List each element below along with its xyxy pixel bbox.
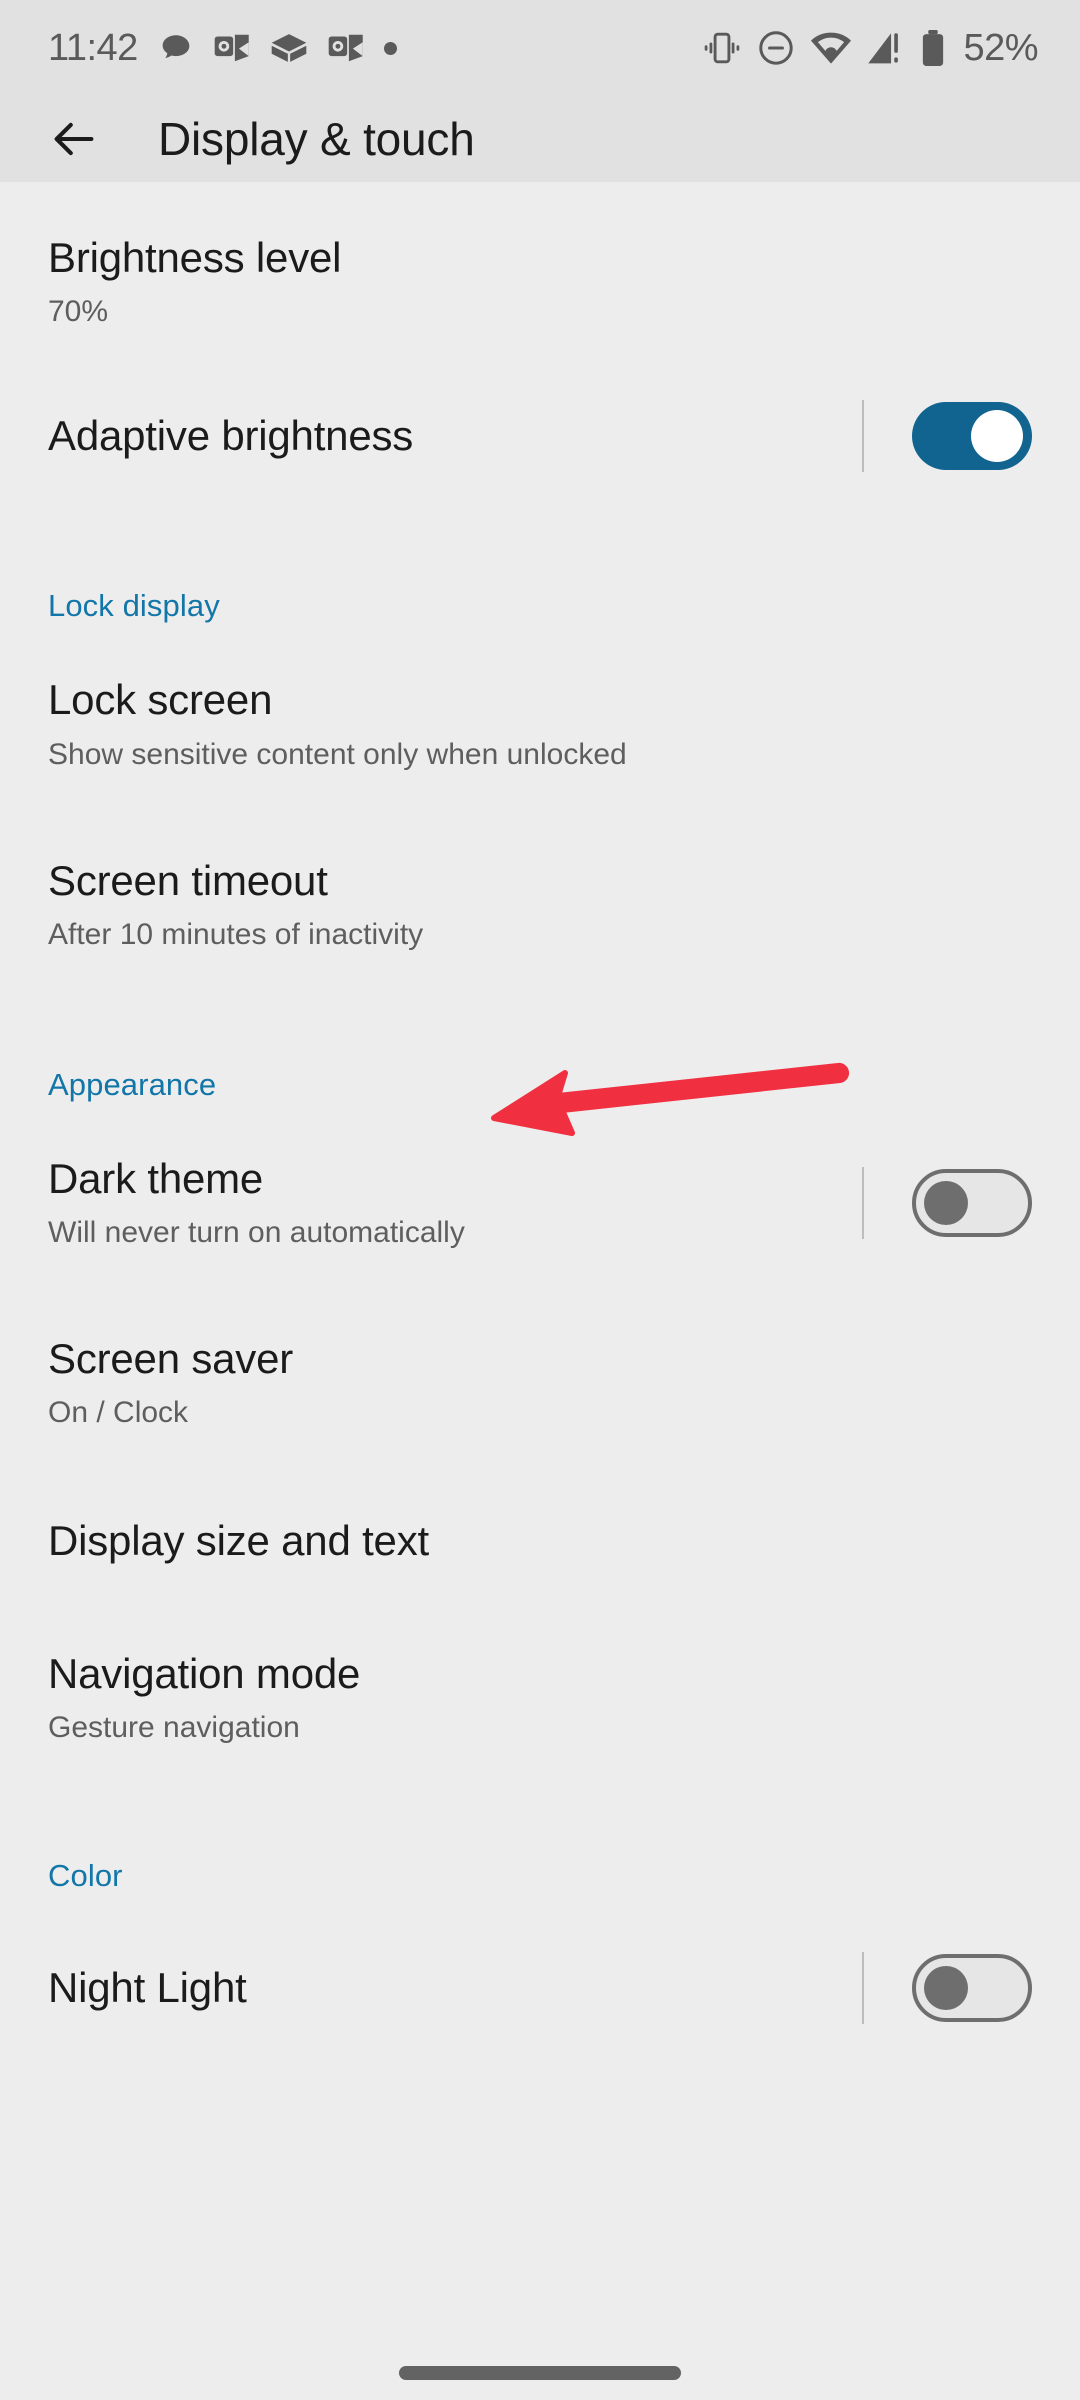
outlook-icon (214, 34, 249, 62)
toggle-area (826, 400, 1032, 473)
drive-icon (271, 34, 307, 62)
setting-row-display-size-and-text[interactable]: Display size and text (0, 1457, 1080, 1591)
switch-knob (924, 1966, 968, 2011)
row-text: Display size and text (48, 1517, 1032, 1565)
setting-row-night-light[interactable]: Night Light (0, 1894, 1080, 2025)
status-bar: 11:42 52% (0, 0, 1080, 96)
row-text: Lock screen Show sensitive content only … (48, 676, 1032, 772)
night-light-switch[interactable] (912, 1954, 1032, 2023)
setting-row-dark-theme[interactable]: Dark theme Will never turn on automatica… (0, 1103, 1080, 1281)
outlook-icon (328, 34, 363, 62)
setting-title: Display size and text (48, 1517, 429, 1565)
chat-bubble-icon (162, 35, 190, 59)
setting-row-adaptive-brightness[interactable]: Adaptive brightness (0, 356, 1080, 516)
switch-knob (924, 1181, 968, 1226)
setting-title: Brightness level (48, 234, 342, 281)
status-bar-right: 52% (702, 29, 1038, 67)
setting-row-screen-saver[interactable]: Screen saver On / Clock (0, 1281, 1080, 1457)
vertical-divider (862, 400, 864, 473)
toggle-area (826, 1952, 1032, 2025)
setting-subtitle: On / Clock (48, 1396, 189, 1430)
status-bar-left: 11:42 (48, 29, 397, 67)
vertical-divider (862, 1952, 864, 2025)
setting-title: Screen timeout (48, 856, 328, 904)
gesture-navigation-pill[interactable] (399, 2366, 681, 2380)
setting-title: Dark theme (48, 1154, 264, 1202)
setting-row-brightness-level[interactable]: Brightness level 70% (0, 182, 1080, 356)
row-text: Brightness level 70% (48, 234, 1032, 330)
dark-theme-switch[interactable] (912, 1169, 1032, 1238)
setting-subtitle: Gesture navigation (48, 1711, 300, 1745)
setting-title: Navigation mode (48, 1649, 361, 1697)
vertical-divider (862, 1167, 864, 1240)
battery-icon (923, 29, 944, 67)
row-text: Night Light (48, 1964, 826, 2012)
section-header-color: Color (48, 1858, 123, 1894)
battery-percentage-label: 52% (963, 27, 1038, 69)
settings-list[interactable]: Brightness level 70% Adaptive brightness… (0, 182, 1080, 2400)
row-text: Dark theme Will never turn on automatica… (48, 1155, 826, 1251)
toggle-area (826, 1167, 1032, 1240)
row-text: Screen timeout After 10 minutes of inact… (48, 857, 1032, 953)
setting-subtitle: Will never turn on automatically (48, 1216, 465, 1250)
row-text: Screen saver On / Clock (48, 1335, 1032, 1431)
notification-dot-icon (383, 41, 397, 55)
setting-subtitle: Show sensitive content only when unlocke… (48, 737, 627, 771)
row-text: Navigation mode Gesture navigation (48, 1650, 1032, 1746)
setting-title: Adaptive brightness (48, 412, 414, 460)
vibrate-icon (705, 32, 740, 64)
section-header-appearance: Appearance (48, 1066, 217, 1102)
setting-title: Night Light (48, 1963, 247, 2011)
setting-subtitle: After 10 minutes of inactivity (48, 917, 424, 951)
app-bar: Display & touch (0, 96, 1080, 182)
back-button[interactable] (48, 108, 110, 170)
cellular-signal-warning-icon (868, 33, 899, 64)
setting-title: Lock screen (48, 676, 273, 724)
setting-row-navigation-mode[interactable]: Navigation mode Gesture navigation (0, 1592, 1080, 1772)
section-header-lock-display: Lock display (48, 588, 220, 624)
switch-knob (971, 410, 1023, 463)
arrow-back-icon (54, 122, 94, 156)
row-text: Adaptive brightness (48, 412, 826, 460)
setting-row-screen-timeout[interactable]: Screen timeout After 10 minutes of inact… (0, 799, 1080, 979)
wifi-icon (811, 32, 852, 64)
setting-row-lock-screen[interactable]: Lock screen Show sensitive content only … (0, 624, 1080, 798)
do-not-disturb-icon (759, 31, 794, 65)
page-title: Display & touch (158, 113, 475, 165)
setting-title: Screen saver (48, 1335, 294, 1383)
adaptive-brightness-switch[interactable] (912, 402, 1032, 471)
status-bar-clock: 11:42 (48, 27, 138, 69)
setting-subtitle: 70% (48, 295, 109, 329)
